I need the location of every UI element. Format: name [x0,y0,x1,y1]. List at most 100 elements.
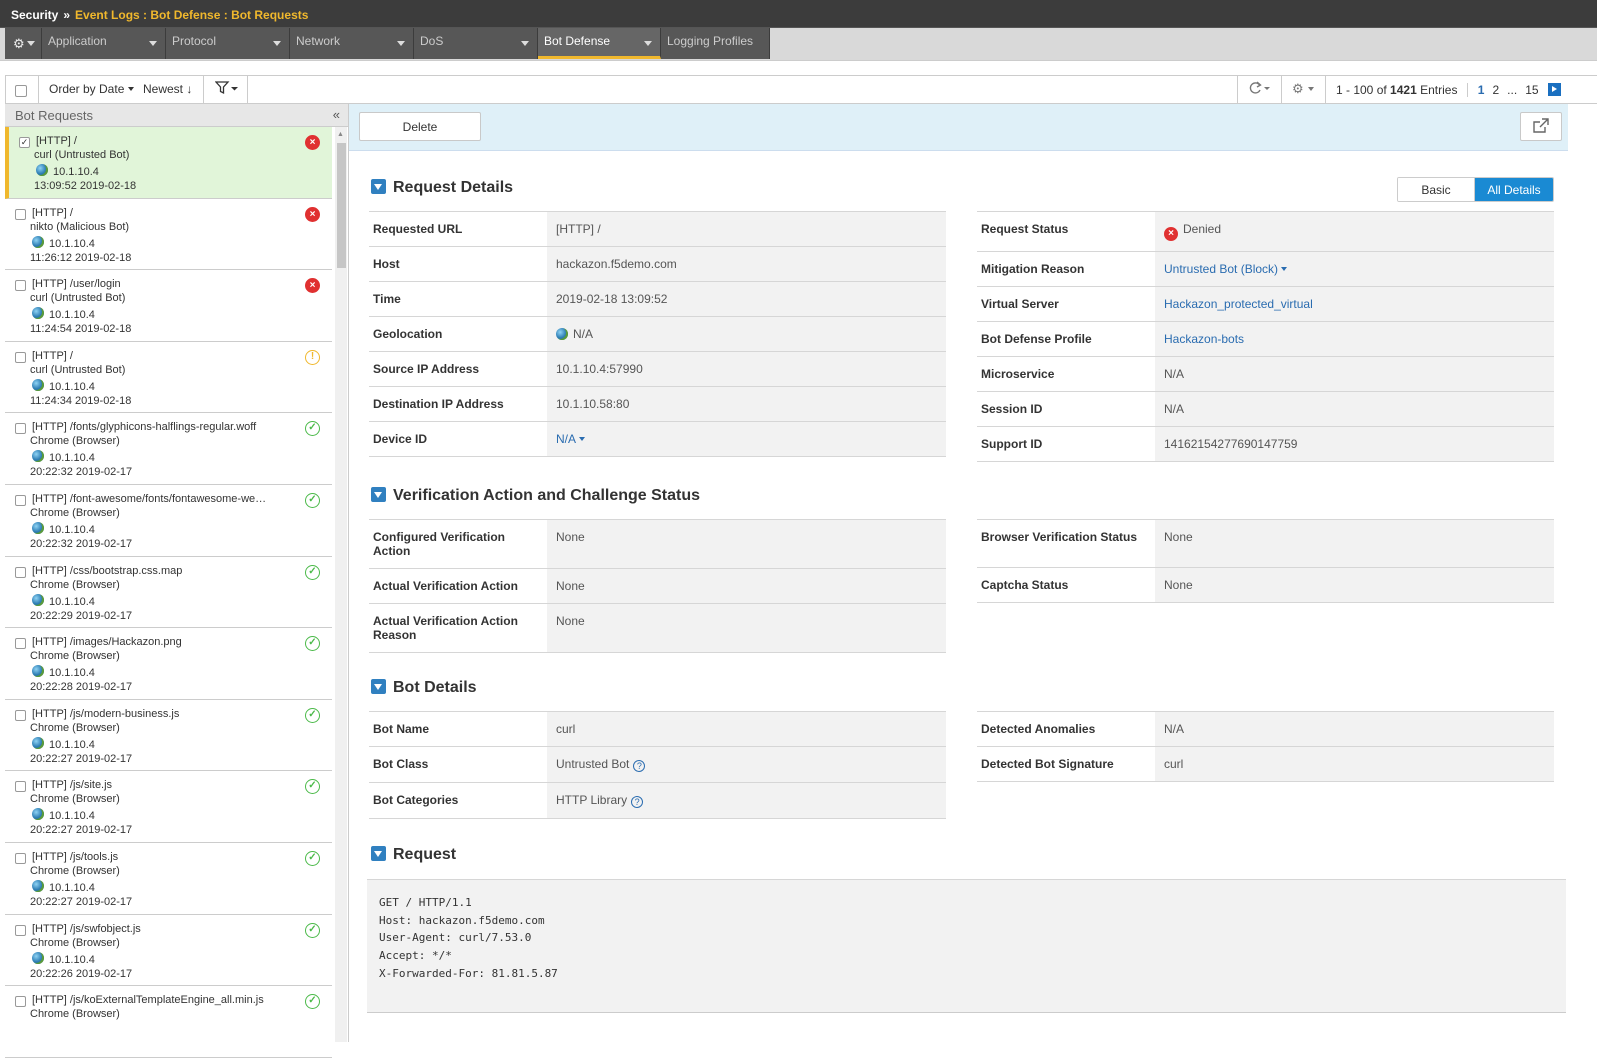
refresh-button[interactable] [1237,76,1281,103]
request-url: [HTTP] /js/tools.js [32,850,119,863]
row-checkbox[interactable]: ✓ [19,137,30,148]
row-checkbox[interactable] [15,280,26,292]
globe-icon [32,593,44,606]
row-checkbox[interactable] [15,351,26,363]
list-item[interactable]: [HTTP] /js/swfobject.js Chrome (Browser) 1… [5,914,332,987]
panel-header: Bot Requests « [5,104,348,127]
field-value: None [556,614,585,628]
list-item[interactable]: [HTTP] /images/Hackazon.png Chrome (Brows… [5,628,332,700]
open-in-new-window-button[interactable] [1520,112,1562,141]
order-by-dropdown[interactable]: Order by Date [49,76,135,103]
tab-bot-defense[interactable]: Bot Defense [538,28,661,59]
field-value: 2019-02-18 13:09:52 [556,292,668,306]
field-value-link[interactable]: Untrusted Bot (Block) [1164,262,1287,276]
detail-row: Time 2019-02-18 13:09:52 [369,281,946,317]
request-ip: 10.1.10.4 [49,953,95,966]
list-item[interactable]: [HTTP] /js/site.js Chrome (Browser) 10.1.1… [5,771,332,843]
page-link-15[interactable]: 15 [1525,83,1538,97]
list-item[interactable]: [HTTP] /user/login curl (Untrusted Bot) 10… [5,270,332,342]
detail-row: Device ID N/A [369,421,946,457]
collapse-triangle-icon [371,679,386,694]
collapse-panel-button[interactable]: « [333,107,340,122]
total-count: 1421 [1390,83,1417,97]
field-label: Captcha Status [977,567,1155,603]
row-checkbox[interactable] [15,709,26,721]
list-item[interactable]: [HTTP] /css/bootstrap.css.map Chrome (Bro… [5,556,332,629]
row-checkbox[interactable] [15,423,26,435]
breadcrumb-root[interactable]: Security [11,8,58,22]
sort-direction-button[interactable]: Newest ↓ [143,76,192,103]
field-value-cell: None [547,603,946,653]
detail-row: Actual Verification Action None [369,568,946,604]
scroll-up-icon[interactable]: ▲ [337,131,344,138]
list-settings-button[interactable]: ⚙ [1281,76,1325,103]
field-value-cell[interactable]: N/A [547,421,946,457]
field-value-link[interactable]: Hackazon-bots [1164,332,1244,346]
breadcrumb-path: Event Logs : Bot Defense : Bot Requests [75,8,309,22]
row-checkbox[interactable] [15,924,26,936]
page-link-2[interactable]: 2 [1492,83,1499,97]
list-scrollbar[interactable]: ▲ [335,127,347,1042]
list-item[interactable]: [HTTP] /js/tools.js Chrome (Browser) 10.1.… [5,842,332,915]
list-item[interactable]: [HTTP] /fonts/glyphicons-halflings-regul… [5,413,332,485]
all-details-view-button[interactable]: All Details [1475,178,1553,201]
field-value: 10.1.10.4:57990 [556,362,643,376]
request-time: 20:22:27 2019-02-17 [30,752,133,765]
request-url: [HTTP] / [32,206,73,219]
field-label: Destination IP Address [369,386,547,422]
tab-logging-profiles[interactable]: Logging Profiles [661,28,770,59]
refresh-icon [1249,81,1270,94]
breadcrumb: Security » Event Logs : Bot Defense : Bot … [0,0,1597,28]
chevron-down-icon [128,87,135,91]
field-value-cell[interactable]: Hackazon_protected_virtual [1155,286,1554,322]
help-icon[interactable]: ? [631,796,644,808]
list-item[interactable]: [HTTP] /font-awesome/fonts/fontawesome-w… [5,484,332,557]
filter-button[interactable] [203,76,248,103]
page-link-1[interactable]: 1 [1478,83,1485,97]
basic-view-button[interactable]: Basic [1398,178,1475,201]
list-item[interactable]: [HTTP] /js/koExternalTemplateEngine_all.… [5,986,332,1058]
field-value-cell[interactable]: Untrusted Bot (Block) [1155,251,1554,287]
row-checkbox[interactable] [15,852,26,864]
row-checkbox[interactable] [15,494,26,506]
delete-button[interactable]: Delete [359,112,481,141]
globe-icon [32,665,44,678]
row-checkbox[interactable] [15,208,26,220]
denied-icon: × [305,206,320,222]
tab-dos[interactable]: DoS [414,28,538,59]
row-checkbox[interactable] [15,781,26,793]
tab-protocol[interactable]: Protocol [166,28,290,59]
row-checkbox[interactable] [15,566,26,578]
bot-details-header[interactable]: Bot Details [371,679,477,697]
verification-header[interactable]: Verification Action and Challenge Status [371,487,700,505]
field-value-link[interactable]: Hackazon_protected_virtual [1164,297,1313,311]
help-icon[interactable]: ? [633,760,646,772]
request-url: [HTTP] /js/koExternalTemplateEngine_all.… [32,994,264,1007]
field-label: Support ID [977,426,1155,462]
request-details-header[interactable]: Request Details [371,179,513,197]
globe-icon [32,450,44,463]
request-ip: 10.1.10.4 [49,452,95,465]
field-value: Untrusted Bot [556,757,630,771]
tab-network[interactable]: Network [290,28,414,59]
row-checkbox[interactable] [15,996,26,1008]
field-value: None [556,579,585,593]
select-all-checkbox[interactable] [15,84,27,97]
scrollbar-thumb[interactable] [337,143,346,268]
detail-row: Support ID 14162154277690147759 [977,426,1554,462]
check-circle-icon: ✓ [305,922,320,938]
list-item[interactable]: ✓ [HTTP] / curl (Untrusted Bot) 10.1.10.4 13… [5,127,332,199]
field-value-cell: None [547,568,946,604]
list-item[interactable]: [HTTP] / nikto (Malicious Bot) 10.1.10.4 11… [5,198,332,271]
list-item[interactable]: [HTTP] /js/modern-business.js Chrome (Bro… [5,699,332,772]
row-checkbox[interactable] [15,638,26,650]
tab-application[interactable]: Application [42,28,166,59]
list-item[interactable]: [HTTP] / curl (Untrusted Bot) 10.1.10.4 11:… [5,341,332,414]
request-header[interactable]: Request [371,846,456,864]
field-value-link[interactable]: N/A [556,432,585,446]
request-time: 20:22:27 2019-02-17 [30,895,133,908]
field-value-cell[interactable]: Hackazon-bots [1155,321,1554,357]
next-page-button[interactable] [1547,83,1561,96]
settings-menu-button[interactable]: ⚙ [5,28,42,59]
field-label: Session ID [977,391,1155,427]
